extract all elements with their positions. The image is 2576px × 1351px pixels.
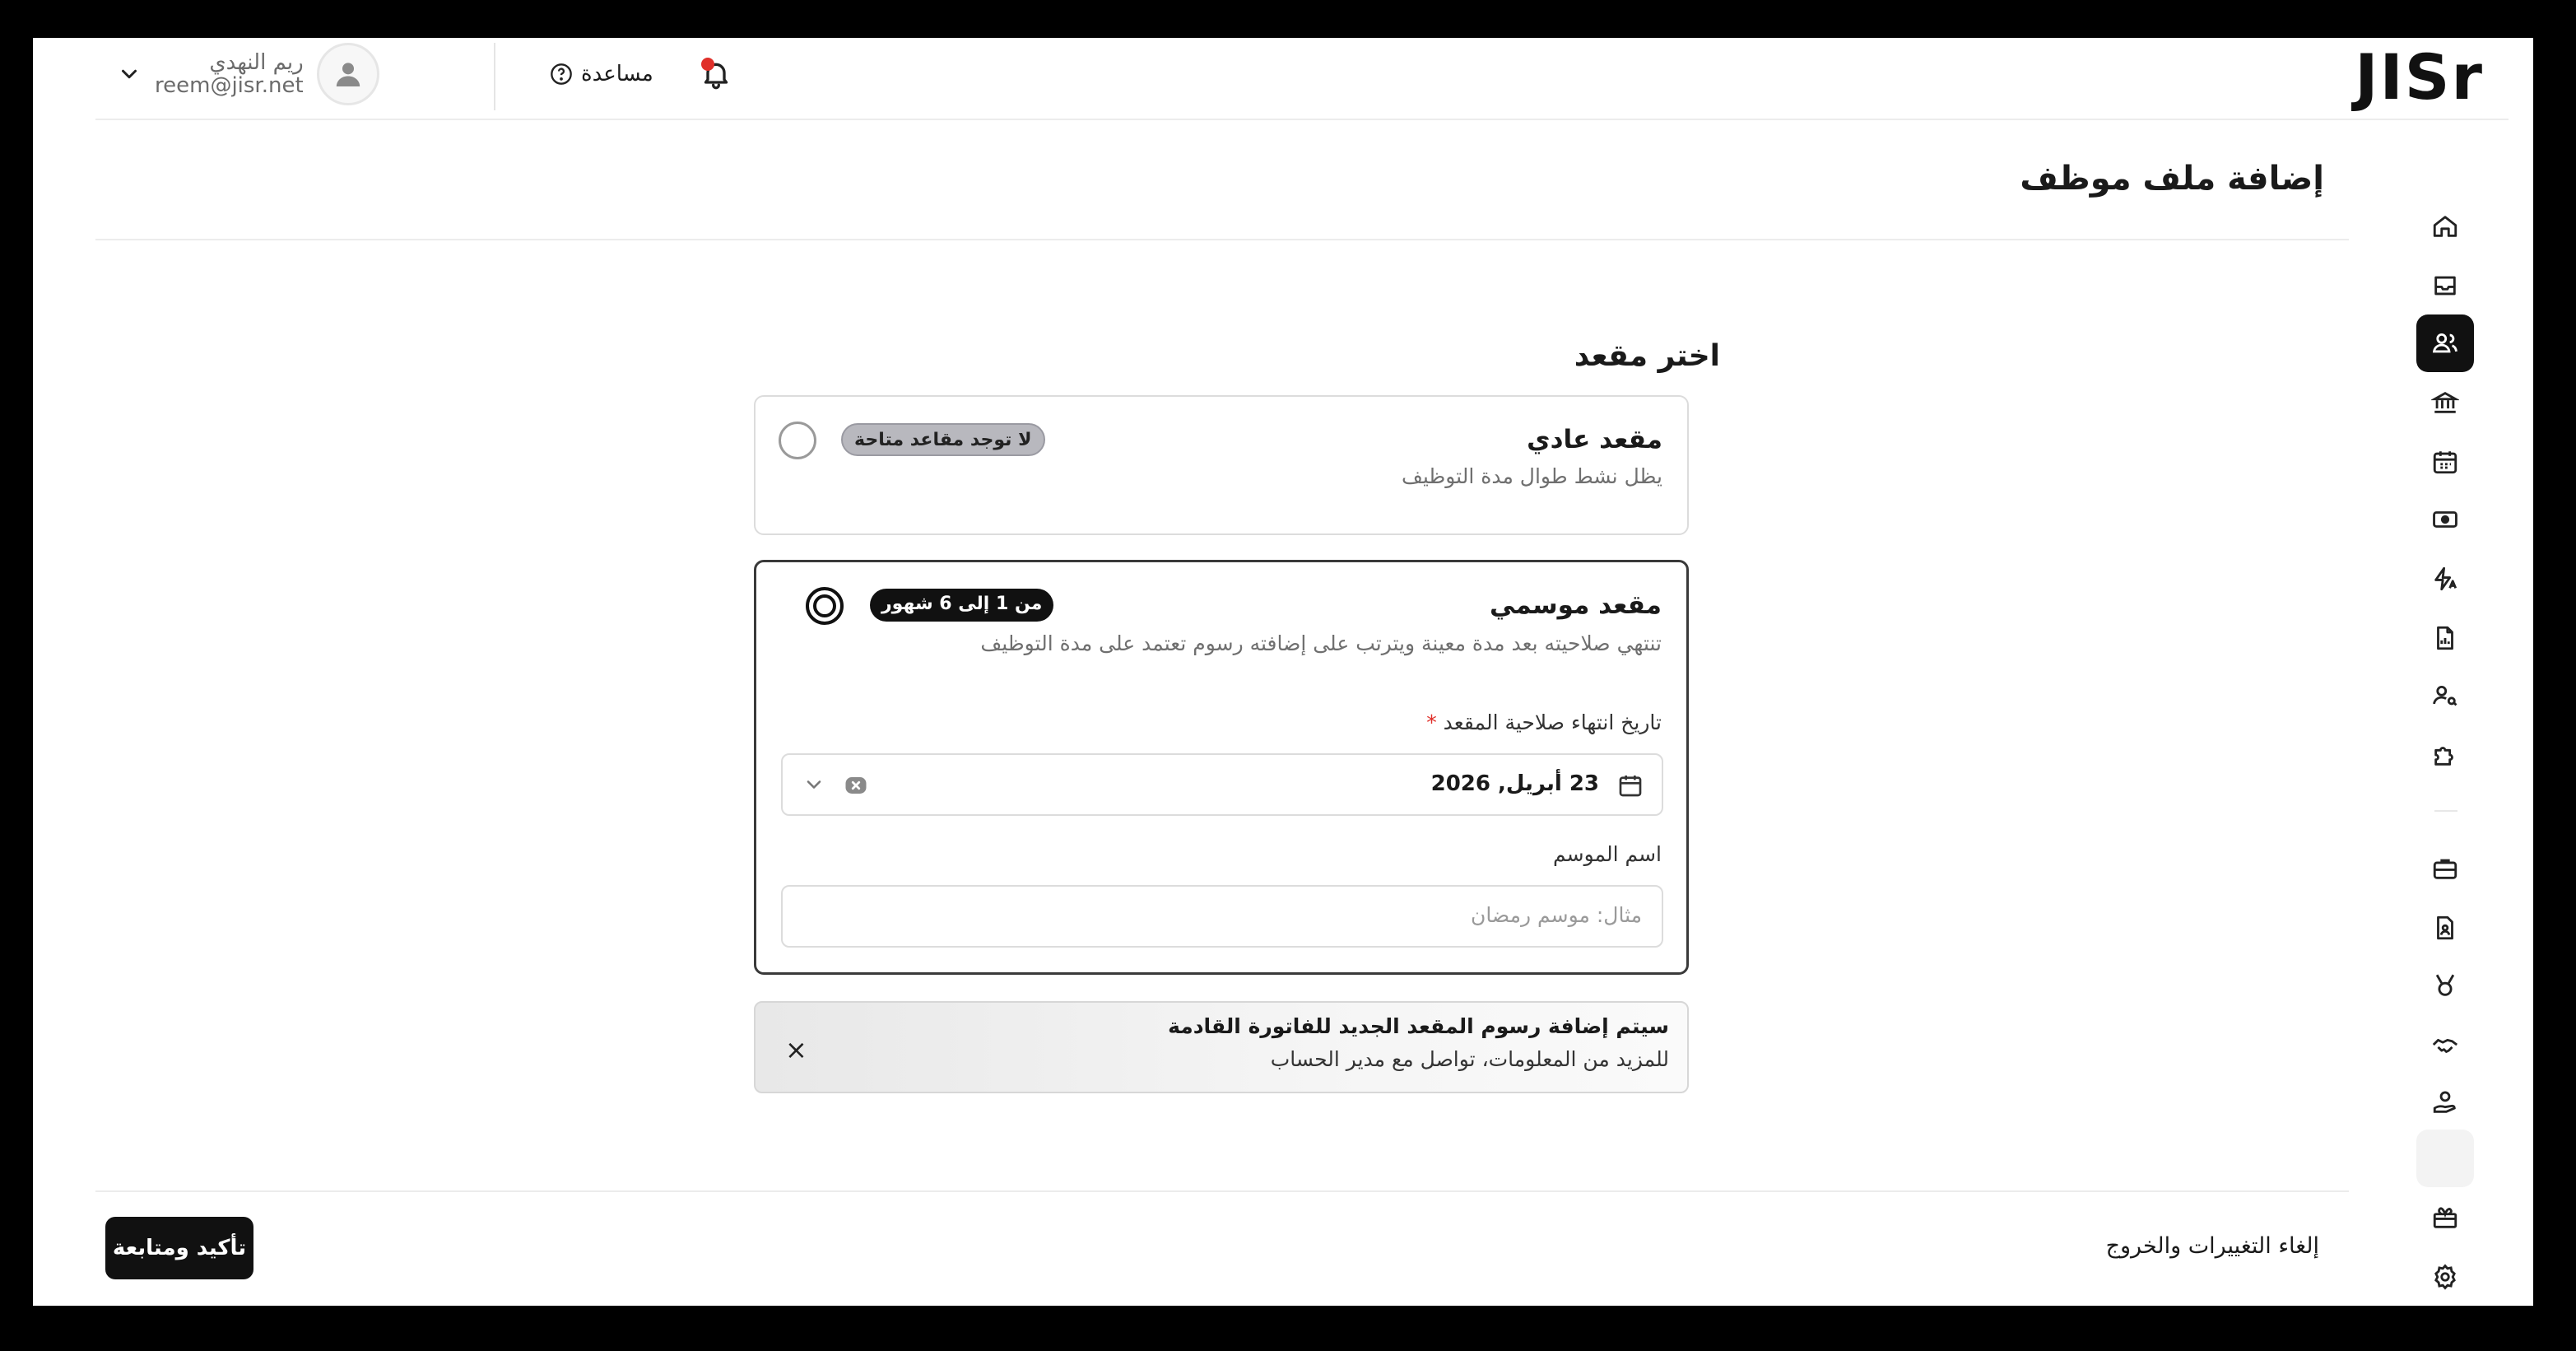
close-icon[interactable]: × <box>785 1034 807 1065</box>
chevron-down-icon[interactable] <box>117 62 142 86</box>
section-title: اختر مقعد <box>1574 339 1720 373</box>
sidebar-item-reports[interactable] <box>2416 609 2474 667</box>
regular-seat-card[interactable]: مقعد عادي يظل نشط طوال مدة التوظيف لا تو… <box>754 395 1689 535</box>
regular-seat-description: يظل نشط طوال مدة التوظيف <box>1401 464 1662 488</box>
user-menu[interactable]: ريم النهدي reem@jisr.net <box>117 43 379 105</box>
sidebar-item-benefits[interactable] <box>2416 1074 2474 1131</box>
report-icon <box>2437 626 2453 650</box>
sidebar-item-jobs[interactable] <box>2416 840 2474 897</box>
season-name-label: اسم الموسم <box>1553 842 1662 866</box>
help-label: مساعدة <box>581 62 653 86</box>
top-bar: JISr مساعدة ريم النهدي reem@jisr.net <box>95 38 2509 120</box>
season-name-placeholder: مثال: موسم رمضان <box>1470 903 1642 927</box>
users-icon <box>2432 333 2457 353</box>
expiry-date-picker[interactable]: 23 أبريل, 2026 <box>781 753 1663 816</box>
sidebar-item-rewards[interactable] <box>2416 957 2474 1014</box>
briefcase-icon <box>2433 859 2457 879</box>
money-icon <box>2433 511 2457 528</box>
notification-dot <box>701 58 714 71</box>
avatar[interactable] <box>316 43 379 105</box>
confirm-continue-button[interactable]: تأكيد ومتابعة <box>105 1217 253 1279</box>
season-name-input[interactable]: مثال: موسم رمضان <box>781 885 1663 948</box>
user-info: ريم النهدي reem@jisr.net <box>155 51 304 97</box>
sidebar-item-settings[interactable] <box>2416 1248 2474 1306</box>
expiry-date-label-text: تاريخ انتهاء صلاحية المقعد <box>1443 710 1662 734</box>
user-icon <box>336 63 360 86</box>
chevron-down-icon[interactable] <box>802 773 825 796</box>
sidebar-item-integrations[interactable] <box>2416 726 2474 784</box>
billing-notice: سيتم إضافة رسوم المقعد الجديد للفاتورة ا… <box>754 1001 1689 1093</box>
question-circle-icon <box>551 63 572 85</box>
help-button[interactable]: مساعدة <box>550 56 653 92</box>
required-mark: * <box>1426 710 1437 734</box>
expiry-date-label: تاريخ انتهاء صلاحية المقعد * <box>1426 710 1662 734</box>
bank-icon <box>2431 392 2459 413</box>
user-email: reem@jisr.net <box>155 73 304 98</box>
page-title: إضافة ملف موظف <box>2020 160 2324 198</box>
clear-icon[interactable] <box>844 773 868 798</box>
jisr-logo[interactable]: JISr <box>2355 44 2484 110</box>
sidebar-item-documents[interactable] <box>2416 899 2474 957</box>
sidebar-item-blank[interactable] <box>2416 1130 2474 1187</box>
app-window: JISr مساعدة ريم النهدي reem@jisr.net إضا… <box>33 38 2533 1306</box>
sidebar-item-bank[interactable] <box>2416 374 2474 431</box>
hand-coin-icon <box>2433 1091 2456 1113</box>
user-key-icon <box>2433 685 2457 706</box>
medal-icon <box>2435 974 2455 996</box>
home-icon <box>2433 216 2457 237</box>
notice-title: سيتم إضافة رسوم المقعد الجديد للفاتورة ا… <box>1168 1014 1669 1038</box>
sidebar-item-home[interactable] <box>2416 198 2474 255</box>
puzzle-icon <box>2434 747 2453 766</box>
sidebar-item-inbox[interactable] <box>2416 257 2474 314</box>
handshake-icon <box>2432 1038 2458 1053</box>
seasonal-seat-title: مقعد موسمي <box>1490 590 1662 620</box>
sidebar-item-partners[interactable] <box>2416 1016 2474 1074</box>
automation-icon <box>2434 566 2457 591</box>
footer-divider <box>95 1190 2349 1192</box>
regular-seat-radio[interactable] <box>779 422 816 459</box>
sidebar-item-gifts[interactable] <box>2416 1189 2474 1246</box>
notice-subtitle: للمزيد من المعلومات، تواصل مع مدير الحسا… <box>1270 1047 1669 1071</box>
seasonal-seat-card[interactable]: مقعد موسمي تنتهي صلاحيته بعد مدة معينة و… <box>754 560 1689 975</box>
gear-icon <box>2434 1264 2456 1290</box>
calendar-icon <box>1619 776 1642 797</box>
topbar-separator <box>494 43 495 110</box>
expiry-date-value: 23 أبريل, 2026 <box>1430 771 1599 796</box>
cancel-and-exit-button[interactable]: إلغاء التغييرات والخروج <box>2106 1233 2319 1259</box>
header-divider <box>95 239 2349 240</box>
sidebar-item-access[interactable] <box>2416 667 2474 724</box>
gift-icon <box>2433 1207 2457 1228</box>
sidebar-item-calendar[interactable] <box>2416 433 2474 491</box>
calendar-icon <box>2433 451 2457 474</box>
seasonal-seat-radio[interactable] <box>806 587 844 625</box>
id-document-icon <box>2437 915 2453 940</box>
duration-badge: من 1 إلى 6 شهور <box>870 589 1054 622</box>
sidebar-item-automation[interactable] <box>2416 550 2474 608</box>
sidebar-item-employees[interactable] <box>2416 314 2474 372</box>
notifications-button[interactable] <box>700 56 732 92</box>
regular-seat-title: مقعد عادي <box>1527 425 1662 454</box>
sidebar-separator <box>2434 810 2457 812</box>
user-name: ريم النهدي <box>209 50 304 75</box>
inbox-icon <box>2434 276 2456 296</box>
no-seats-badge: لا توجد مقاعد متاحة <box>841 423 1045 456</box>
seasonal-seat-description: تنتهي صلاحيته بعد مدة معينة ويترتب على إ… <box>980 631 1662 655</box>
sidebar-item-payroll[interactable] <box>2416 491 2474 548</box>
